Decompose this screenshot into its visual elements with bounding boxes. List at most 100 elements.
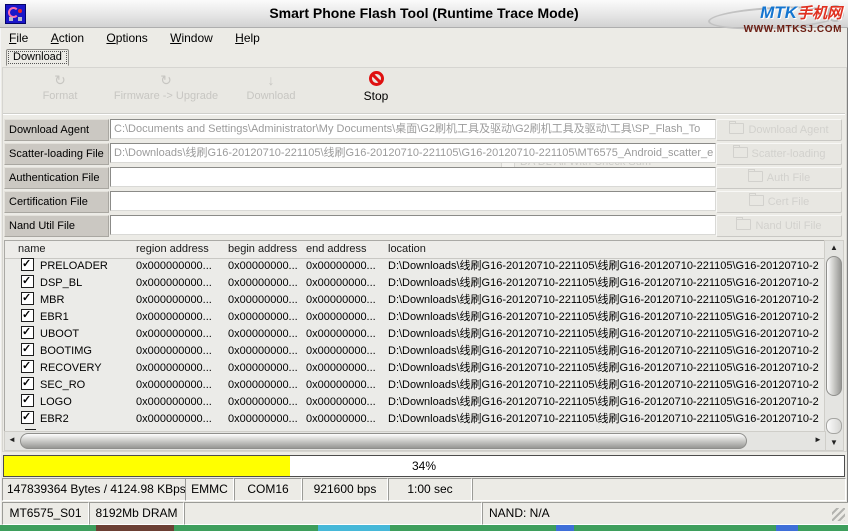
download-agent-browse-button[interactable]: Download Agent [716,119,842,141]
partition-name: MBR [40,294,64,306]
vertical-scroll-thumb[interactable] [826,256,842,396]
row-checkbox[interactable]: ✓ [21,411,34,424]
vertical-scroll-nub [826,418,842,434]
col-location[interactable]: location [388,241,426,257]
nand-util-path-input[interactable] [110,215,716,235]
table-row[interactable]: ✓BOOTIMG 0x000000000... 0x00000000... 0x… [5,343,825,360]
col-end-address[interactable]: end address [306,241,367,257]
cert-file-label: Certification File [4,191,109,213]
firmware-upgrade-button[interactable]: ↻ Firmware -> Upgrade [96,71,236,111]
partition-name: UBOOT [40,328,79,340]
auth-browse-button[interactable]: Auth File [716,167,842,189]
region-address-value: 0x000000000... [136,292,226,309]
end-address-value: 0x00000000... [306,411,386,428]
row-checkbox[interactable]: ✓ [21,360,34,373]
cert-browse-button[interactable]: Cert File [716,191,842,213]
download-button[interactable]: ↓ Download [231,71,311,111]
table-row[interactable]: ✓SEC_RO 0x000000000... 0x00000000... 0x0… [5,377,825,394]
row-checkbox[interactable]: ✓ [21,343,34,356]
download-agent-label: Download Agent [4,119,109,141]
row-checkbox[interactable]: ✓ [21,258,34,271]
region-address-value: 0x000000000... [136,394,226,411]
begin-address-value: 0x00000000... [228,258,304,275]
horizontal-scrollbar[interactable]: ◄ ► [4,431,826,451]
col-name[interactable]: name [18,241,46,257]
begin-address-value: 0x00000000... [228,309,304,326]
folder-icon [748,171,763,182]
check-icon: ✓ [22,258,31,273]
cert-file-path-input[interactable] [110,191,716,211]
status-spacer [472,478,846,501]
scroll-left-arrow-icon[interactable]: ◄ [5,432,19,450]
end-address-value: 0x00000000... [306,360,386,377]
stop-icon [369,71,384,86]
region-address-value: 0x000000000... [136,326,226,343]
scroll-up-arrow-icon[interactable]: ▲ [825,241,843,255]
table-row[interactable]: ✓UBOOT 0x000000000... 0x00000000... 0x00… [5,326,825,343]
scroll-down-arrow-icon[interactable]: ▼ [825,436,843,450]
com-port-status: COM16 [234,478,302,501]
row-checkbox[interactable]: ✓ [21,292,34,305]
row-checkbox[interactable]: ✓ [21,326,34,339]
begin-address-value: 0x00000000... [228,275,304,292]
horizontal-scroll-thumb[interactable] [20,433,747,449]
download-agent-path-input[interactable]: C:\Documents and Settings\Administrator\… [110,119,716,139]
desktop-taskbar-strip [0,525,848,531]
partition-name: RECOVERY [40,362,102,374]
check-icon: ✓ [22,411,31,426]
begin-address-value: 0x00000000... [228,360,304,377]
location-value: D:\Downloads\线刷G16-20120710-221105\线刷G16… [388,258,825,275]
stop-button[interactable]: Stop [346,71,406,111]
menu-options[interactable]: Options [101,28,152,48]
col-region-address[interactable]: region address [136,241,209,257]
tab-download[interactable]: Download [6,49,69,66]
nand-util-label: Nand Util File [4,215,109,237]
region-address-value: 0x000000000... [136,411,226,428]
table-row[interactable]: ✓RECOVERY 0x000000000... 0x00000000... 0… [5,360,825,377]
table-row[interactable]: ✓PRELOADER 0x000000000... 0x00000000... … [5,258,825,275]
scroll-right-arrow-icon[interactable]: ► [811,432,825,450]
bytes-speed-status: 147839364 Bytes / 4124.98 KBps [2,478,189,501]
auth-file-path-input[interactable] [110,167,716,187]
tab-strip: Download [0,49,848,67]
check-icon: ✓ [22,343,31,358]
check-icon: ✓ [22,309,31,324]
row-checkbox[interactable]: ✓ [21,394,34,407]
region-address-value: 0x000000000... [136,258,226,275]
begin-address-value: 0x00000000... [228,411,304,428]
row-checkbox[interactable]: ✓ [21,377,34,390]
resize-grip[interactable] [832,508,845,521]
nand-util-browse-button[interactable]: Nand Util File [716,215,842,237]
partition-name: EBR1 [40,311,69,323]
table-row[interactable]: ✓DSP_BL 0x000000000... 0x00000000... 0x0… [5,275,825,292]
table-row[interactable]: ✓EBR1 0x000000000... 0x00000000... 0x000… [5,309,825,326]
scatter-file-path-input[interactable]: D:\Downloads\线刷G16-20120710-221105\线刷G16… [110,143,716,163]
menu-window[interactable]: Window [165,28,218,48]
table-row[interactable]: ✓EBR2 0x000000000... 0x00000000... 0x000… [5,411,825,428]
end-address-value: 0x00000000... [306,343,386,360]
partition-name: PRELOADER [40,260,108,272]
check-icon: ✓ [22,292,31,307]
elapsed-time-status: 1:00 sec [388,478,472,501]
end-address-value: 0x00000000... [306,326,386,343]
location-value: D:\Downloads\线刷G16-20120710-221105\线刷G16… [388,411,825,428]
scatter-file-label: Scatter-loading File [4,143,109,165]
vertical-scrollbar[interactable]: ▲ ▼ [824,240,844,451]
nand-status: NAND: N/A [482,502,848,525]
row-checkbox[interactable]: ✓ [21,309,34,322]
check-icon: ✓ [22,394,31,409]
table-row[interactable]: ✓MBR 0x000000000... 0x00000000... 0x0000… [5,292,825,309]
col-begin-address[interactable]: begin address [228,241,297,257]
table-header: name region address begin address end ad… [5,241,825,259]
format-icon: ↻ [20,71,100,89]
table-row[interactable]: ✓LOGO 0x000000000... 0x00000000... 0x000… [5,394,825,411]
menu-action[interactable]: Action [46,28,89,48]
menu-help[interactable]: Help [230,28,265,48]
row-checkbox[interactable]: ✓ [21,275,34,288]
format-button[interactable]: ↻ Format [20,71,100,111]
progress-percent: 34% [4,456,844,476]
folder-icon [736,219,751,230]
scatter-browse-button[interactable]: Scatter-loading [716,143,842,165]
check-icon: ✓ [22,377,31,392]
menu-file[interactable]: File [4,28,33,48]
